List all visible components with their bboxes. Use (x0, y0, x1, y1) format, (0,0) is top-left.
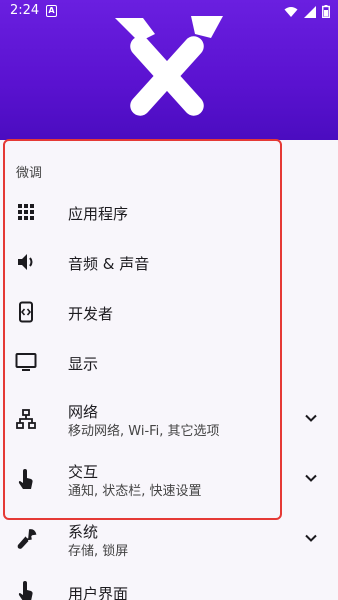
signal-icon (304, 5, 316, 18)
wrench-icon (17, 529, 37, 549)
menu-item-label: 用户界面 (68, 585, 129, 600)
menu-item-subtitle: 移动网络, Wi-Fi, 其它选项 (68, 424, 220, 439)
tools-icon (115, 16, 223, 116)
menu-item-audio[interactable]: 音频 & 声音 (0, 246, 338, 278)
menu-item-developer[interactable]: 开发者 (0, 296, 338, 328)
wifi-icon (284, 6, 298, 17)
menu-item-label: 交互 (68, 463, 99, 481)
battery-icon (322, 5, 330, 18)
chevron-down-icon[interactable] (304, 471, 318, 485)
menu-item-label: 应用程序 (68, 205, 129, 223)
apps-grid-icon (18, 204, 34, 220)
menu-item-system[interactable]: 系统 存储, 锁屏 (0, 516, 338, 560)
status-icons (284, 5, 330, 18)
status-time: 2:24 (10, 3, 40, 18)
menu-item-user-interface[interactable]: 用户界面 (0, 578, 338, 600)
developer-icon (19, 301, 33, 323)
display-icon (15, 353, 37, 371)
menu-item-label: 系统 (68, 523, 99, 541)
status-bar: 2:24 A (0, 0, 338, 24)
menu-item-subtitle: 通知, 状态栏, 快速设置 (68, 484, 202, 499)
touch-icon (18, 469, 33, 489)
ui-icon (18, 581, 33, 600)
chevron-down-icon[interactable] (304, 411, 318, 425)
menu-item-interaction[interactable]: 交互 通知, 状态栏, 快速设置 (0, 456, 338, 500)
menu-item-label: 开发者 (68, 305, 114, 323)
notification-icon: A (46, 5, 57, 17)
menu-item-label: 显示 (68, 355, 99, 373)
menu-item-network[interactable]: 网络 移动网络, Wi-Fi, 其它选项 (0, 396, 338, 440)
menu-item-subtitle: 存储, 锁屏 (68, 544, 129, 559)
chevron-down-icon[interactable] (304, 531, 318, 545)
menu-item-label: 音频 & 声音 (68, 255, 150, 273)
section-title: 微调 (16, 166, 43, 181)
menu-item-label: 网络 (68, 403, 99, 421)
volume-icon (18, 254, 33, 270)
network-icon (16, 409, 36, 429)
menu-item-apps[interactable]: 应用程序 (0, 196, 338, 228)
menu-item-display[interactable]: 显示 (0, 346, 338, 378)
